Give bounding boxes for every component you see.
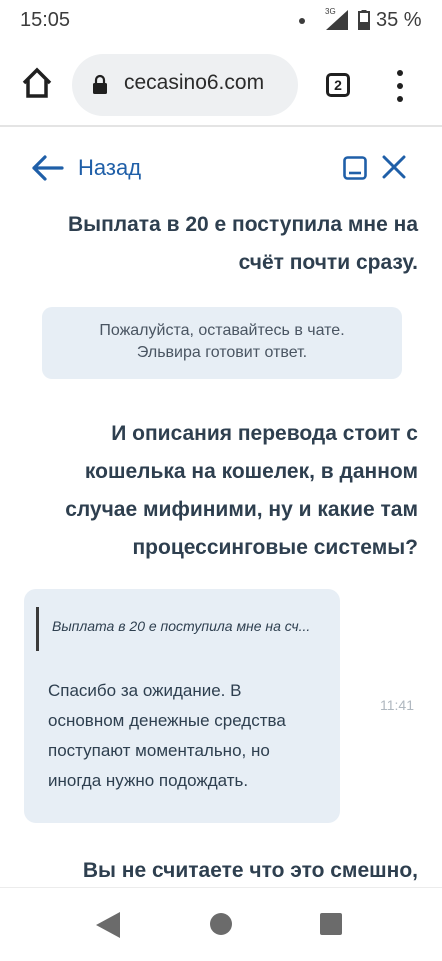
home-icon[interactable] [20,66,54,100]
message-timestamp: 11:41 [380,697,414,713]
tabs-button[interactable]: 2 [326,73,350,97]
home-circle-icon[interactable] [210,913,232,935]
recents-square-icon[interactable] [320,913,342,935]
message-line: процессинговые системы? [132,536,418,559]
close-chat-icon[interactable] [382,155,406,179]
notice-line: Эльвира готовит ответ. [136,344,308,361]
agent-message-text: Спасибо за ожидание. В основном денежные… [48,676,334,796]
message-line: Выплата в 20 е поступила мне на [68,213,418,236]
user-message: Выплата в 20 е поступила мне на счёт поч… [68,206,418,282]
status-bar: 15:05 3G 35 % [0,0,442,44]
message-line: И описания перевода стоит с [111,422,418,445]
message-line: поступают моментально, но [48,741,270,760]
back-label: Назад [78,155,142,180]
more-menu-icon[interactable] [390,68,410,104]
battery-percent: 35 % [376,9,422,31]
notification-dot-icon [299,18,305,24]
browser-toolbar: сecasino6.com 2 [0,44,442,126]
status-time: 15:05 [20,9,71,31]
system-nav-bar [0,887,442,961]
battery-icon [358,10,370,30]
quoted-message[interactable]: Выплата в 20 е поступила мне на сч... [52,618,334,634]
quote-bar [36,607,39,651]
message-line: иногда нужно подождать. [48,771,249,790]
url-text: сecasino6.com [124,71,265,94]
chat-messages: Выплата в 20 е поступила мне на счёт поч… [0,200,442,887]
lock-icon [93,74,107,94]
message-line: Спасибо за ожидание. В [48,681,242,700]
message-line: кошелька на кошелек, в данном [84,460,418,483]
address-bar[interactable]: сecasino6.com [72,54,298,116]
user-message: И описания перевода стоит с кошелька на … [65,415,418,567]
signal-icon [326,10,348,30]
user-message: Вы не считаете что это смешно, [83,852,418,887]
chat-header: Назад [0,140,442,196]
notice-line: Пожалуйста, оставайтесь в чате. [99,322,345,339]
minimize-chat-icon[interactable] [343,156,367,180]
message-line: счёт почти сразу. [238,251,418,274]
toolbar-divider [0,125,442,127]
arrow-left-icon [32,155,64,181]
message-line: случае мифиними, ну и какие там [65,498,418,521]
back-triangle-icon[interactable] [96,912,120,938]
message-line: основном денежные средства [48,711,286,730]
back-button[interactable]: Назад [30,150,141,186]
system-notice: Пожалуйста, оставайтесь в чате. Эльвира … [42,307,402,379]
agent-message: Выплата в 20 е поступила мне на сч... Сп… [24,589,340,823]
message-line: Вы не считаете что это смешно, [82,859,418,882]
